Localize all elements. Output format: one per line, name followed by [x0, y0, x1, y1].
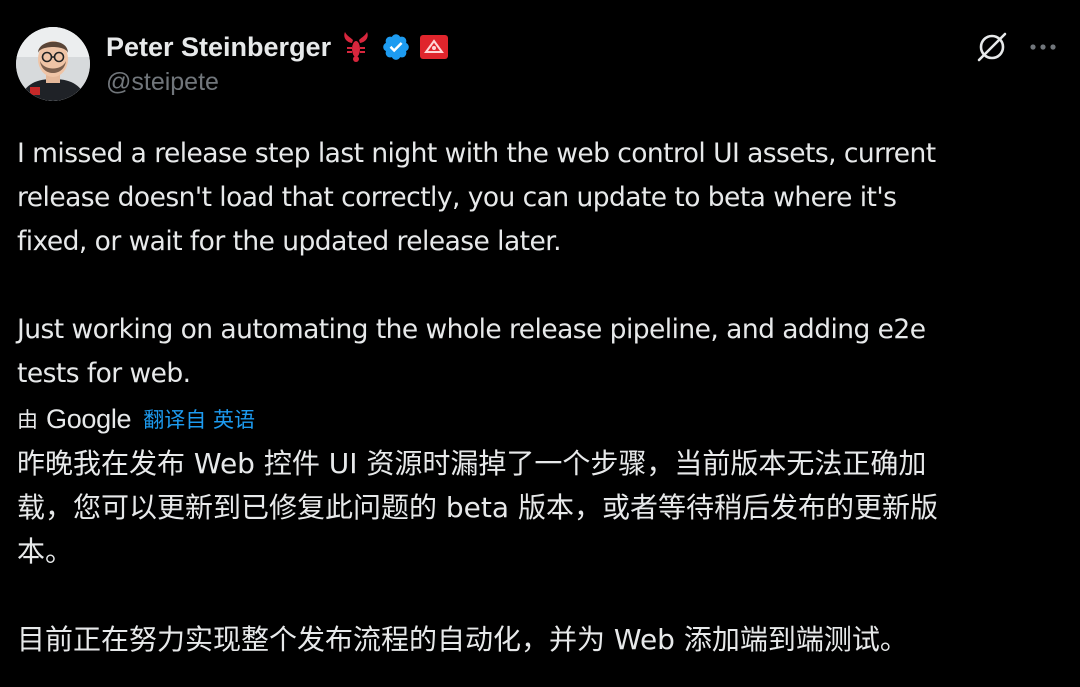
translated-paragraph-2: 目前正在努力实现整个发布流程的自动化，并为 Web 添加端到端测试。 — [17, 618, 1067, 662]
post-line: Just working on automating the whole rel… — [17, 314, 926, 345]
google-logo: Google — [46, 403, 132, 434]
translated-line: 昨晚我在发布 Web 控件 UI 资源时漏掉了一个步骤，当前版本无法正确加 — [17, 447, 927, 480]
tweet-card: Peter Steinberger @steipete I missed a r… — [0, 0, 1080, 687]
translated-line: 载，您可以更新到已修复此问题的 beta 版本，或者等待稍后发布的更新版 — [17, 491, 938, 524]
translated-by-label: 由 — [17, 408, 38, 432]
post-paragraph-2: Just working on automating the whole rel… — [17, 308, 1067, 396]
author-name-row: Peter Steinberger — [106, 29, 449, 65]
more-icon[interactable] — [1028, 36, 1058, 58]
grok-icon[interactable] — [975, 30, 1009, 64]
translation-attribution: 由 Google 翻译自 英语 — [17, 402, 255, 436]
red-flag-icon — [419, 34, 449, 60]
translated-from-link[interactable]: 翻译自 英语 — [143, 404, 255, 434]
post-line: release doesn't load that correctly, you… — [17, 182, 897, 213]
translated-paragraph-1: 昨晚我在发布 Web 控件 UI 资源时漏掉了一个步骤，当前版本无法正确加 载，… — [17, 442, 1067, 574]
author-handle[interactable]: @steipete — [106, 68, 219, 97]
post-line: tests for web. — [17, 358, 191, 389]
post-paragraph-1: I missed a release step last night with … — [17, 132, 1067, 264]
verified-icon — [381, 32, 411, 62]
translated-line: 目前正在努力实现整个发布流程的自动化，并为 Web 添加端到端测试。 — [17, 623, 908, 656]
post-line: fixed, or wait for the updated release l… — [17, 226, 562, 257]
post-line: I missed a release step last night with … — [17, 138, 936, 169]
translated-line: 本。 — [17, 535, 74, 568]
avatar[interactable] — [16, 27, 90, 101]
lobster-icon — [339, 30, 373, 64]
display-name[interactable]: Peter Steinberger — [106, 32, 331, 63]
